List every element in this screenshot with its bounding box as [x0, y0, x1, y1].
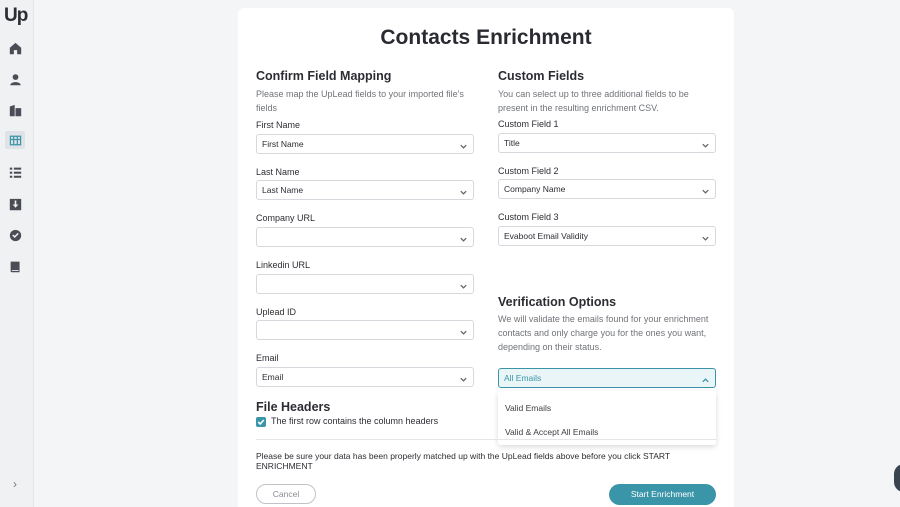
expand-sidebar-icon[interactable]: › [13, 477, 17, 491]
last-name-label: Last Name [256, 167, 300, 177]
first-name-select[interactable]: First Name [256, 134, 474, 154]
company-url-select[interactable] [256, 227, 474, 247]
custom-field-3-value: Evaboot Email Validity [504, 231, 588, 241]
verification-select[interactable]: All Emails [498, 368, 716, 388]
uplead-id-label: Uplead ID [256, 307, 297, 317]
verification-selected-value: All Emails [504, 373, 542, 383]
verification-description: We will validate the emails found for yo… [498, 314, 709, 352]
email-select[interactable]: Email [256, 367, 474, 387]
verification-title: Verification Options [498, 295, 617, 309]
custom-field-2-label: Custom Field 2 [498, 166, 559, 176]
chevron-down-icon [701, 184, 710, 194]
book-icon[interactable] [8, 259, 22, 273]
chevron-down-icon [459, 232, 468, 242]
mapping-description: Please map the UpLead fields to your imp… [256, 89, 464, 113]
company-url-label: Company URL [256, 213, 316, 223]
email-label: Email [256, 353, 279, 363]
chevron-down-icon [459, 279, 468, 289]
file-headers-title: File Headers [256, 400, 331, 414]
chevron-down-icon [459, 325, 468, 335]
check-circle-icon[interactable] [8, 228, 22, 242]
uplead-logo[interactable]: Up [4, 5, 28, 27]
last-name-value: Last Name [262, 185, 304, 195]
custom-field-2-value: Company Name [504, 184, 566, 194]
custom-field-1-value: Title [504, 138, 520, 148]
custom-field-3-select[interactable]: Evaboot Email Validity [498, 226, 716, 246]
custom-field-1-select[interactable]: Title [498, 133, 716, 153]
email-value: Email [262, 372, 284, 382]
linkedin-url-label: Linkedin URL [256, 260, 311, 270]
chevron-down-icon [459, 139, 468, 149]
last-name-select[interactable]: Last Name [256, 180, 474, 200]
enrichment-card: Contacts Enrichment Confirm Field Mappin… [238, 8, 734, 507]
divider [256, 439, 716, 440]
verification-dropdown-menu: Valid Emails Valid & Accept All Emails [498, 391, 716, 445]
confirmation-notice: Please be sure your data has been proper… [256, 451, 670, 471]
first-row-headers-label[interactable]: The first row contains the column header… [271, 416, 438, 426]
cancel-button[interactable]: Cancel [256, 484, 316, 504]
custom-field-1-label: Custom Field 1 [498, 119, 559, 129]
home-icon[interactable] [8, 41, 22, 55]
custom-field-2-select[interactable]: Company Name [498, 179, 716, 199]
linkedin-url-select[interactable] [256, 274, 474, 294]
custom-fields-title: Custom Fields [498, 69, 585, 83]
chevron-down-icon [701, 138, 710, 148]
user-icon[interactable] [8, 72, 22, 86]
sidebar: Up › [0, 0, 34, 507]
mapping-title: Confirm Field Mapping [256, 69, 392, 83]
page-title: Contacts Enrichment [380, 26, 592, 49]
first-name-label: First Name [256, 120, 301, 130]
custom-field-3-label: Custom Field 3 [498, 212, 559, 222]
start-enrichment-button[interactable]: Start Enrichment [609, 484, 716, 505]
first-row-headers-checkbox[interactable] [256, 417, 266, 427]
table-icon[interactable] [5, 131, 25, 149]
custom-fields-description: You can select up to three additional fi… [498, 89, 689, 113]
chevron-down-icon [459, 372, 468, 382]
uplead-id-select[interactable] [256, 320, 474, 340]
download-icon[interactable] [8, 197, 22, 211]
chat-widget-button[interactable] [894, 464, 900, 492]
chevron-down-icon [459, 185, 468, 195]
chevron-down-icon [701, 231, 710, 241]
chevron-up-icon [701, 373, 710, 383]
building-icon[interactable] [8, 103, 22, 117]
first-name-value: First Name [262, 139, 304, 149]
option-valid-emails[interactable]: Valid Emails [505, 403, 551, 413]
option-valid-accept-all-emails[interactable]: Valid & Accept All Emails [505, 427, 598, 437]
list-icon[interactable] [8, 165, 22, 179]
